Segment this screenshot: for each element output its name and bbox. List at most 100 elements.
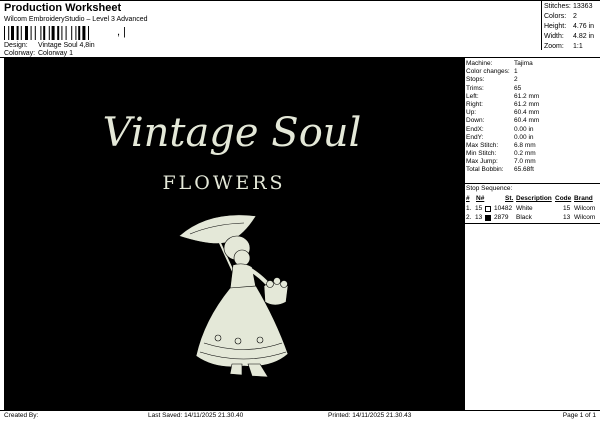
spec-row: Machine: Tajima: [466, 60, 598, 68]
summary-value: 1:1: [573, 43, 583, 50]
spec-value: 1: [514, 68, 518, 76]
summary-label: Stitches:: [544, 3, 571, 10]
row-brand: Wilcom: [574, 214, 596, 221]
spec-row: Left: 61.2 mm: [466, 93, 598, 101]
colorway-label: Colorway:: [4, 50, 36, 57]
summary-row: Colors: 2: [544, 12, 600, 22]
row-index: 2.: [466, 214, 472, 221]
panel-divider: [464, 57, 465, 411]
thread-color-swatch: [485, 215, 491, 221]
spec-row: Max Jump: 7.0 mm: [466, 158, 598, 166]
stop-sequence-row: 2. 13 2879 Black 13 Wilcom: [466, 214, 598, 223]
created-by: Created By:: [4, 412, 39, 419]
spec-label: Down:: [466, 117, 485, 125]
skirt-flower-icon: [234, 337, 242, 345]
embroidery-artwork: Vintage Soul FLOWERS: [103, 110, 362, 378]
spec-value: 2: [514, 76, 518, 84]
barcode-bar: [20, 26, 22, 40]
barcode-bar: [65, 26, 67, 40]
shoe-icon: [229, 363, 243, 376]
design-row: Design: Vintage Soul 4,8in: [4, 42, 95, 49]
spec-value: Tajima: [514, 60, 533, 67]
spec-row: Stops: 2: [466, 76, 598, 84]
footer-rule: [0, 410, 600, 411]
barcode-bar: [71, 26, 73, 40]
barcode-bar: [88, 26, 89, 40]
sequence-rule: [465, 223, 600, 224]
spec-row: EndX: 0.00 in: [466, 126, 598, 134]
summary-divider: [541, 0, 542, 50]
row-description: White: [516, 205, 533, 212]
barcode-suffix: , |: [117, 26, 126, 38]
skirt-flower-icon: [214, 334, 222, 342]
skirt-flower-icon: [256, 336, 264, 344]
spec-label: Machine:: [466, 60, 493, 67]
top-rule: [0, 0, 600, 1]
summary-row: Width: 4.82 in: [544, 32, 600, 42]
design-preview: Vintage Soul FLOWERS: [4, 58, 464, 410]
col-stitches: St.: [505, 195, 514, 202]
barcode-bar: [4, 26, 5, 40]
summary-value: 4.76 in: [573, 23, 595, 30]
summary-label: Zoom:: [544, 43, 564, 50]
barcode-bar: [30, 26, 32, 40]
row-stitches: 10482: [494, 205, 513, 212]
spec-label: Left:: [466, 92, 479, 100]
design-label: Design:: [4, 42, 28, 49]
girl-parasol-figure: [178, 214, 289, 378]
spec-row: Trims: 65: [466, 85, 598, 93]
barcode-bar: [8, 26, 10, 40]
spec-label: Color changes:: [466, 68, 510, 76]
colorway-row: Colorway: Colorway 1: [4, 50, 73, 57]
face-icon: [233, 249, 251, 267]
col-code: Code: [555, 195, 572, 202]
stop-sequence-title: Stop Sequence:: [466, 185, 513, 192]
barcode-bar: [43, 26, 46, 40]
barcode-bar: [61, 26, 63, 40]
last-saved: Last Saved: 14/11/2025 21.30.40: [148, 412, 244, 419]
specs-rule: [465, 183, 600, 184]
machine-specs: Machine: Tajima Color changes: 1 Stops: 2 Trim…: [466, 60, 598, 175]
spec-row: Right: 61.2 mm: [466, 101, 598, 109]
spec-value: 65.68ft: [514, 166, 534, 174]
spec-label: Max Jump:: [466, 158, 498, 166]
design-value: Vintage Soul 4,8in: [37, 42, 95, 49]
spec-value: 0.00 in: [514, 125, 534, 133]
artwork-subtitle: FLOWERS: [162, 172, 285, 194]
spec-label: Max Stitch:: [466, 141, 499, 149]
thread-color-swatch: [485, 206, 491, 212]
barcode-bar: [82, 26, 86, 40]
row-brand: Wilcom: [574, 205, 596, 212]
row-code: 13: [563, 214, 571, 221]
summary-panel: Stitches: 13363 Colors: 2 Height: 4.76 in W…: [544, 2, 600, 52]
flower-icon: [280, 280, 288, 288]
spec-row: EndY: 0.00 in: [466, 134, 598, 142]
col-brand: Brand: [574, 195, 593, 202]
barcode: [4, 26, 89, 40]
spec-value: 0.00 in: [514, 133, 534, 141]
colorway-value: Colorway 1: [37, 50, 73, 57]
barcode-bar: [11, 26, 14, 40]
row-code: 15: [563, 205, 571, 212]
col-index: #: [466, 195, 470, 202]
spec-label: Total Bobbin:: [466, 166, 504, 174]
summary-row: Height: 4.76 in: [544, 22, 600, 32]
row-index: 1.: [466, 205, 472, 212]
spec-value: 60.4 mm: [514, 109, 540, 117]
summary-value: 2: [573, 13, 577, 20]
spec-label: Up:: [466, 109, 477, 117]
summary-row: Zoom: 1:1: [544, 42, 600, 52]
col-needle: N#: [476, 195, 485, 202]
shoe-icon: [247, 363, 269, 378]
spec-row: Max Stitch: 6.8 mm: [466, 142, 598, 150]
row-stitches: 2879: [494, 214, 509, 221]
spec-value: 61.2 mm: [514, 92, 540, 100]
flower-icon: [266, 280, 274, 288]
barcode-bar: [51, 26, 55, 40]
barcode-bar: [34, 26, 36, 40]
row-needle: 15: [475, 205, 483, 212]
barcode-bar: [16, 26, 19, 40]
spec-value: 6.8 mm: [514, 141, 536, 149]
artwork-text: Vintage Soul FLOWERS: [103, 110, 362, 194]
spec-row: Total Bobbin: 65.68ft: [466, 166, 598, 174]
